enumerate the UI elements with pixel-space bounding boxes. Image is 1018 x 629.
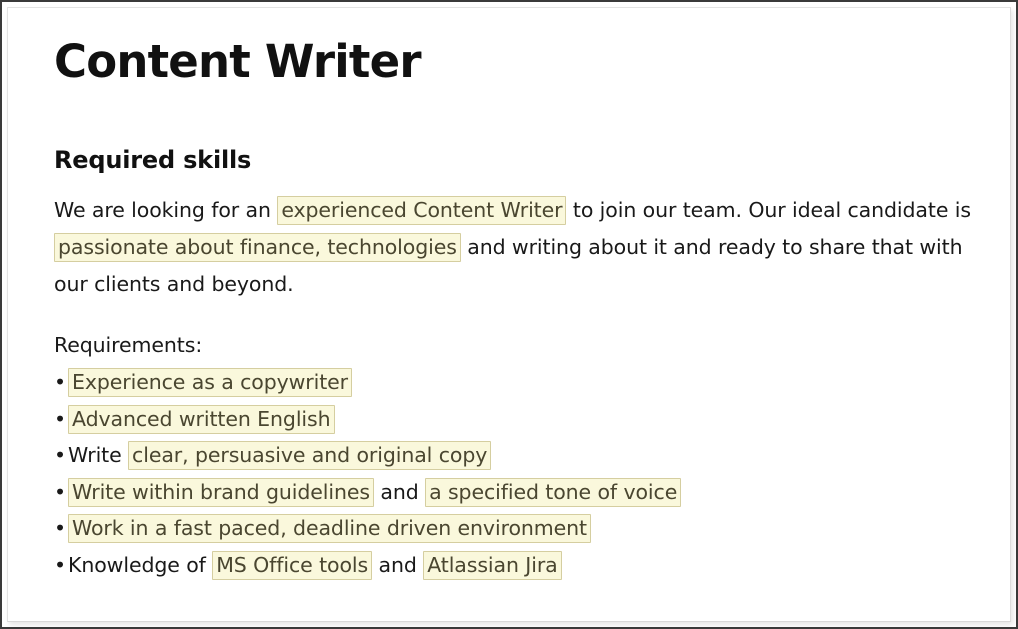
requirement-1-highlight-0[interactable]: Advanced written English	[68, 404, 335, 434]
requirement-5-highlight-1[interactable]: MS Office tools	[212, 550, 373, 580]
screenshot-frame: Content Writer Required skills We are lo…	[0, 0, 1018, 629]
intro-paragraph-text-0: We are looking for an	[54, 198, 278, 223]
requirement-2-highlight-1[interactable]: clear, persuasive and original copy	[128, 441, 492, 471]
list-item: •Knowledge of MS Office tools and Atlass…	[54, 547, 980, 584]
bullet-icon: •	[54, 552, 66, 577]
requirement-0-highlight-0[interactable]: Experience as a copywriter	[68, 368, 353, 398]
requirement-5-highlight-3[interactable]: Atlassian Jira	[423, 550, 562, 580]
requirement-5-text-0: Knowledge of	[68, 552, 213, 577]
bullet-icon: •	[54, 443, 66, 468]
bullet-icon: •	[54, 406, 66, 431]
requirements-list: • Experience as a copywriter • Advanced wri…	[54, 364, 980, 583]
bullet-icon: •	[54, 516, 66, 541]
section-heading-required-skills: Required skills	[54, 146, 252, 175]
intro-paragraph-highlight-1[interactable]: experienced Content Writer	[277, 196, 567, 226]
requirement-3-highlight-2[interactable]: a specified tone of voice	[425, 477, 682, 507]
requirement-4-highlight-0[interactable]: Work in a fast paced, deadline driven en…	[68, 514, 591, 544]
requirement-2-text-0: Write	[68, 443, 129, 468]
list-item: • Work in a fast paced, deadline driven e…	[54, 510, 980, 547]
intro-paragraph: We are looking for an experienced Conten…	[54, 174, 980, 303]
list-item: • Advanced written English	[54, 401, 980, 438]
document-page: Content Writer Required skills We are lo…	[7, 7, 1011, 622]
page-title: Content Writer	[54, 35, 422, 88]
bullet-icon: •	[54, 370, 66, 395]
list-item: • Experience as a copywriter	[54, 364, 980, 401]
intro-paragraph-highlight-3[interactable]: passionate about finance, technologies	[54, 233, 461, 263]
list-item: •Write clear, persuasive and original co…	[54, 437, 980, 474]
requirement-3-text-1: and	[373, 479, 426, 504]
list-item: • Write within brand guidelines and a spe…	[54, 474, 980, 511]
requirement-5-text-2: and	[372, 552, 424, 577]
requirements-label: Requirements:	[54, 333, 203, 358]
requirement-3-highlight-0[interactable]: Write within brand guidelines	[68, 477, 374, 507]
job-description-document: Content Writer Required skills We are lo…	[48, 32, 980, 583]
intro-paragraph-text-2: to join our team. Our ideal candidate is	[566, 198, 971, 223]
bullet-icon: •	[54, 479, 66, 504]
